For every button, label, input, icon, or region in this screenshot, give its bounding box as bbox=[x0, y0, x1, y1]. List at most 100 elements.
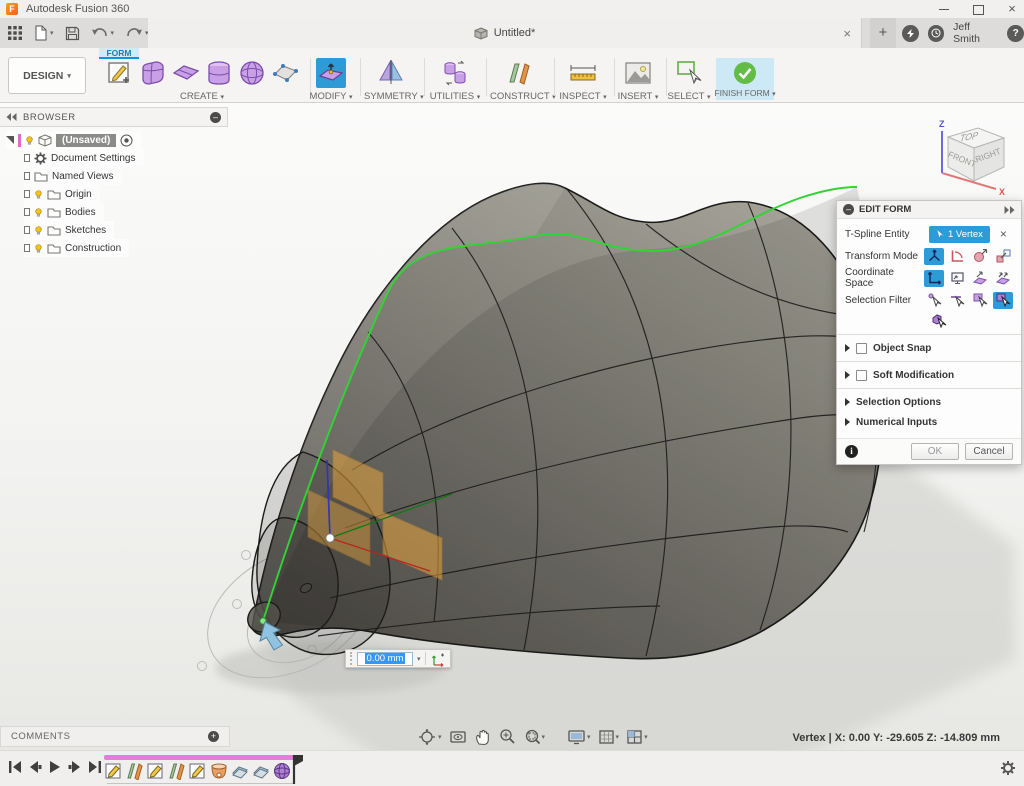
dialog-header[interactable]: – EDIT FORM bbox=[837, 201, 1021, 219]
selection-entity-button[interactable]: 1 Vertex bbox=[929, 226, 990, 243]
soft-modification-checkbox[interactable] bbox=[856, 370, 867, 381]
minimize-button[interactable] bbox=[938, 3, 950, 15]
view-cube[interactable]: TOP FRONT RIGHT Z X bbox=[920, 115, 1012, 206]
expand-closed-icon[interactable] bbox=[24, 154, 30, 162]
comments-panel[interactable]: COMMENTS + bbox=[0, 726, 230, 747]
expand-section-icon[interactable] bbox=[845, 418, 850, 426]
play-button[interactable] bbox=[48, 760, 62, 774]
expand-closed-icon[interactable] bbox=[24, 190, 30, 198]
group-create-label[interactable]: CREATE ▾ bbox=[98, 91, 306, 102]
filter-vertex-button[interactable] bbox=[924, 292, 944, 309]
undo-button[interactable]: ▾ bbox=[89, 24, 117, 42]
bulb-icon[interactable] bbox=[34, 244, 43, 253]
coord-view-button[interactable] bbox=[947, 270, 967, 287]
dialog-collapse-icon[interactable]: – bbox=[843, 204, 854, 215]
section-soft-modification[interactable]: Soft Modification bbox=[837, 365, 1021, 385]
section-selection-options[interactable]: Selection Options bbox=[837, 392, 1021, 412]
group-insert-label[interactable]: INSERT ▾ bbox=[613, 91, 663, 102]
feature-revolve[interactable] bbox=[210, 762, 228, 780]
redo-button[interactable]: ▾ bbox=[123, 24, 151, 42]
filter-face-button[interactable] bbox=[970, 292, 990, 309]
finish-form-button[interactable]: FINISH FORM ▾ bbox=[716, 58, 774, 100]
coord-world-button[interactable] bbox=[924, 270, 944, 287]
mirror-symmetry-icon[interactable] bbox=[376, 58, 406, 88]
bulb-icon[interactable] bbox=[34, 208, 43, 217]
browser-item-construction[interactable]: Construction bbox=[24, 239, 129, 257]
file-menu-button[interactable]: ▾ bbox=[31, 23, 56, 43]
expand-section-icon[interactable] bbox=[845, 398, 850, 406]
browser-root-row[interactable]: (Unsaved) bbox=[6, 131, 141, 149]
tab-close-icon[interactable]: × bbox=[843, 26, 851, 41]
save-button[interactable] bbox=[63, 24, 82, 43]
bulb-icon[interactable] bbox=[34, 190, 43, 199]
zoom-icon[interactable] bbox=[498, 728, 516, 746]
offset-input[interactable]: 0.00 mm bbox=[357, 652, 413, 666]
object-snap-checkbox[interactable] bbox=[856, 343, 867, 354]
fit-icon[interactable]: ▾ bbox=[523, 728, 546, 746]
transform-free-button[interactable] bbox=[993, 248, 1013, 265]
construct-plane-icon[interactable] bbox=[505, 58, 535, 88]
group-modify-label[interactable]: MODIFY ▾ bbox=[306, 91, 356, 102]
expand-closed-icon[interactable] bbox=[24, 172, 30, 180]
edit-form-icon[interactable] bbox=[316, 58, 346, 88]
app-grid-icon[interactable] bbox=[6, 24, 24, 42]
job-status-icon[interactable] bbox=[928, 25, 945, 42]
numeric-input-toolbar[interactable]: 0.00 mm ▾ bbox=[345, 649, 451, 668]
pan-icon[interactable] bbox=[474, 729, 491, 746]
close-button[interactable]: × bbox=[1006, 3, 1018, 15]
section-numerical-inputs[interactable]: Numerical Inputs bbox=[837, 412, 1021, 432]
group-select-label[interactable]: SELECT ▾ bbox=[666, 91, 712, 102]
expand-open-icon[interactable] bbox=[6, 136, 14, 144]
expand-section-icon[interactable] bbox=[845, 371, 850, 379]
filter-edge-button[interactable] bbox=[947, 292, 967, 309]
feature-sketch[interactable] bbox=[105, 762, 123, 780]
browser-display-icon[interactable]: – bbox=[210, 112, 221, 123]
timeline-marker[interactable] bbox=[288, 753, 304, 785]
help-icon[interactable]: ? bbox=[1007, 25, 1024, 42]
go-to-end-button[interactable] bbox=[88, 760, 102, 774]
group-symmetry-label[interactable]: SYMMETRY ▾ bbox=[364, 91, 418, 102]
look-at-icon[interactable] bbox=[449, 729, 467, 745]
step-forward-button[interactable] bbox=[68, 760, 82, 774]
transform-rotate-button[interactable] bbox=[947, 248, 967, 265]
cancel-button[interactable]: Cancel bbox=[965, 443, 1013, 460]
create-cylinder-icon[interactable] bbox=[204, 58, 234, 88]
go-to-start-button[interactable] bbox=[8, 760, 22, 774]
browser-item-named-views[interactable]: Named Views bbox=[24, 167, 122, 185]
dropdown-caret-icon[interactable]: ▾ bbox=[417, 655, 421, 663]
orbit-icon[interactable]: ▾ bbox=[418, 728, 442, 746]
insert-image-icon[interactable] bbox=[623, 58, 653, 88]
filter-body-button[interactable] bbox=[993, 292, 1013, 309]
filter-all-button[interactable] bbox=[929, 313, 949, 330]
drag-handle[interactable] bbox=[350, 652, 353, 665]
create-sketch-icon[interactable] bbox=[105, 58, 135, 88]
group-inspect-label[interactable]: INSPECT ▾ bbox=[556, 91, 610, 102]
document-tab[interactable]: Untitled* × bbox=[148, 18, 862, 48]
extensions-icon[interactable] bbox=[902, 25, 919, 42]
expand-closed-icon[interactable] bbox=[24, 226, 30, 234]
activate-component-icon[interactable] bbox=[120, 134, 133, 147]
measure-icon[interactable] bbox=[568, 58, 598, 88]
ok-button[interactable]: OK bbox=[911, 443, 959, 460]
axis-move-icon[interactable] bbox=[430, 651, 446, 667]
feature-surface[interactable] bbox=[231, 762, 249, 780]
user-account-button[interactable]: Jeff Smith bbox=[953, 21, 998, 45]
select-icon[interactable] bbox=[674, 58, 704, 88]
coord-local-per-entity-button[interactable] bbox=[993, 270, 1013, 287]
create-sphere-icon[interactable] bbox=[237, 58, 267, 88]
info-icon[interactable]: i bbox=[845, 445, 858, 458]
timeline-settings-gear-icon[interactable] bbox=[1000, 760, 1016, 776]
dock-panel-icon[interactable] bbox=[1004, 206, 1015, 214]
feature-construction-plane[interactable] bbox=[126, 762, 144, 780]
create-plane-icon[interactable] bbox=[171, 58, 201, 88]
clear-selection-icon[interactable]: × bbox=[1000, 227, 1007, 241]
browser-item-document-settings[interactable]: Document Settings bbox=[24, 149, 144, 167]
expand-section-icon[interactable] bbox=[845, 344, 850, 352]
browser-item-sketches[interactable]: Sketches bbox=[24, 221, 114, 239]
feature-construction-plane[interactable] bbox=[168, 762, 186, 780]
coord-local-button[interactable] bbox=[970, 270, 990, 287]
grid-display-icon[interactable]: ▾ bbox=[598, 729, 620, 745]
section-object-snap[interactable]: Object Snap bbox=[837, 338, 1021, 358]
workspace-selector[interactable]: DESIGN ▾ bbox=[8, 57, 86, 94]
document-name[interactable]: (Unsaved) bbox=[56, 134, 116, 147]
